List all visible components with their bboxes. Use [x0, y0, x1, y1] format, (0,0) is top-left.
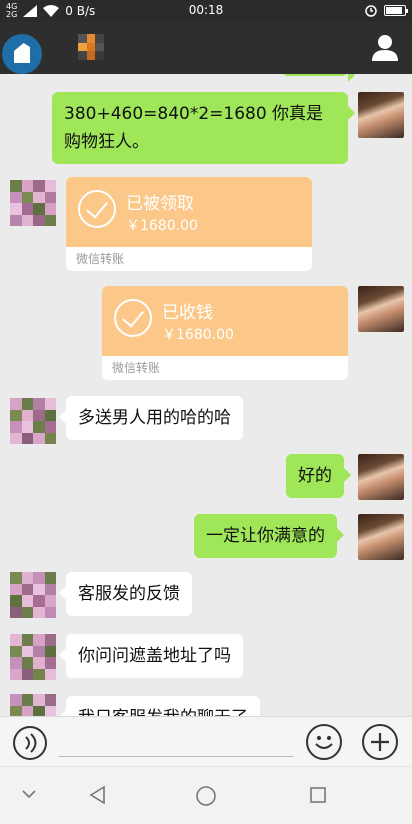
voice-icon[interactable] — [12, 725, 48, 761]
transfer-card-received[interactable]: 已被领取 ￥1680.00 微信转账 — [66, 177, 312, 271]
back-icon[interactable] — [88, 785, 108, 805]
plus-icon[interactable] — [362, 724, 398, 760]
contact-avatar[interactable] — [10, 398, 56, 444]
transfer-card-top: 已被领取 ￥1680.00 — [66, 177, 312, 247]
message-text: 好的 — [298, 466, 332, 486]
my-avatar[interactable] — [358, 514, 404, 560]
battery-fill — [386, 6, 402, 14]
check-icon — [114, 299, 152, 337]
system-nav-bar — [0, 766, 412, 824]
transfer-card-top: 已收钱 ￥1680.00 — [102, 286, 348, 356]
my-avatar[interactable] — [358, 92, 404, 138]
message-bubble[interactable]: 客服发的反馈 — [59, 572, 192, 616]
message-text: 客服发的反馈 — [78, 584, 180, 604]
message-input[interactable] — [58, 727, 294, 757]
message-bubble[interactable]: 一定让你满意的 — [194, 514, 344, 558]
message-bubble-partial — [282, 74, 355, 82]
transfer-amount: ￥1680.00 — [162, 327, 234, 343]
message-bubble[interactable]: 380+460=840*2=1680 你真是购物狂人。 — [52, 92, 355, 164]
my-avatar[interactable] — [358, 454, 404, 500]
message-bubble[interactable]: 我只客服发我的聊天了 — [59, 696, 260, 716]
contact-avatar[interactable] — [10, 180, 56, 226]
message-text: 我只客服发我的聊天了 — [78, 708, 248, 716]
status-bar: 4G 2G 0 B/s 00:18 — [0, 0, 412, 22]
clock: 00:18 — [188, 3, 224, 17]
message-bubble[interactable]: 好的 — [286, 454, 351, 498]
check-icon — [78, 190, 116, 228]
message-text: 多送男人用的哈的哈 — [78, 408, 231, 428]
back-avatar-icon[interactable] — [2, 34, 42, 74]
alarm-icon — [365, 5, 377, 17]
transfer-footer: 微信转账 — [76, 252, 125, 266]
transfer-footer: 微信转账 — [112, 361, 161, 375]
battery-icon — [384, 4, 408, 16]
profile-icon[interactable] — [370, 32, 400, 62]
input-bar — [0, 716, 412, 766]
message-text: 你问问遮盖地址了吗 — [78, 646, 231, 666]
transfer-card-sent[interactable]: 已收钱 ￥1680.00 微信转账 — [102, 286, 348, 380]
recents-icon[interactable] — [308, 785, 328, 805]
message-text: 一定让你满意的 — [206, 526, 325, 546]
message-bubble[interactable]: 多送男人用的哈的哈 — [59, 396, 243, 440]
chat-title-mosaic — [78, 34, 104, 60]
contact-avatar[interactable] — [10, 694, 56, 716]
contact-avatar[interactable] — [10, 634, 56, 680]
chat-messages[interactable]: 380+460=840*2=1680 你真是购物狂人。 已被领取 ￥1680.0… — [0, 74, 412, 716]
emoji-icon[interactable] — [306, 724, 342, 760]
contact-avatar[interactable] — [10, 572, 56, 618]
status-right — [364, 3, 408, 17]
chat-header — [0, 22, 412, 74]
nav-menu-icon[interactable] — [20, 785, 38, 803]
transfer-status: 已收钱 — [162, 303, 213, 323]
transfer-amount: ￥1680.00 — [126, 218, 198, 234]
my-avatar[interactable] — [358, 286, 404, 332]
message-text: 380+460=840*2=1680 你真是购物狂人。 — [64, 104, 324, 152]
home-icon[interactable] — [195, 785, 217, 807]
transfer-status: 已被领取 — [126, 194, 194, 214]
message-bubble[interactable]: 你问问遮盖地址了吗 — [59, 634, 243, 678]
